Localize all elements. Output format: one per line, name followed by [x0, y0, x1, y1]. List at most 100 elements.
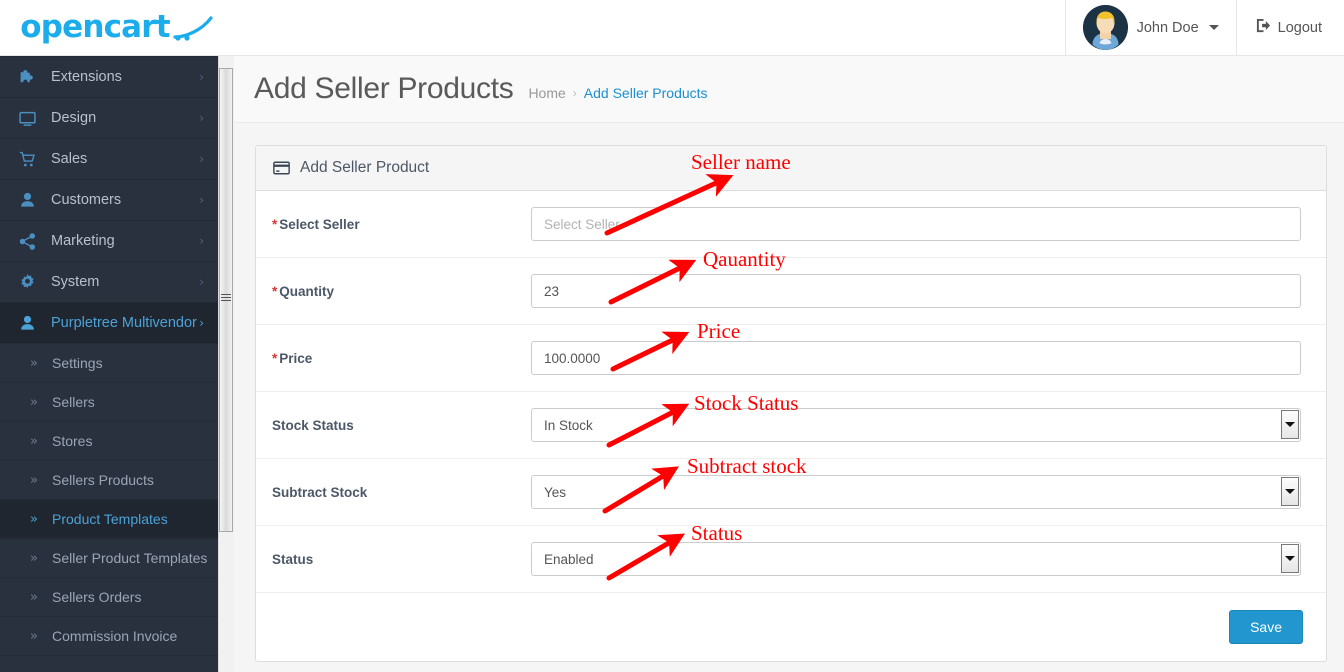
sidebar-label: Sales — [51, 151, 88, 167]
chevron-right-icon: › — [199, 234, 204, 248]
sidebar-subitem-sellers-orders[interactable]: » Sellers Orders — [0, 578, 218, 617]
sidebar-subitem-product-templates[interactable]: » Product Templates — [0, 500, 218, 539]
double-chevron-icon: » — [30, 355, 38, 371]
chevron-right-icon: › — [199, 70, 204, 84]
label-text: Select Seller — [279, 216, 360, 232]
sidebar-item-marketing[interactable]: Marketing › — [0, 221, 218, 262]
price-input[interactable] — [531, 341, 1301, 375]
sidebar-subitem-stores[interactable]: » Stores — [0, 422, 218, 461]
control-status: Enabled — [531, 542, 1301, 576]
sidebar-item-system[interactable]: System › — [0, 262, 218, 303]
label-text: Status — [272, 551, 314, 567]
label-text: Price — [279, 350, 313, 366]
main-content: Add Seller Products Home › Add Seller Pr… — [234, 56, 1344, 672]
breadcrumb-home[interactable]: Home — [528, 85, 565, 101]
opencart-logo[interactable]: opencart — [0, 0, 233, 55]
save-button[interactable]: Save — [1229, 610, 1303, 644]
control-select-seller — [531, 207, 1301, 241]
sidebar-subitem-seller-product-templates[interactable]: » Seller Product Templates — [0, 539, 218, 578]
form-row-price: * Price — [256, 325, 1326, 392]
sidebar-subitem-sellers[interactable]: » Sellers — [0, 383, 218, 422]
sign-out-icon — [1256, 18, 1271, 37]
sidebar-label: System — [51, 274, 100, 290]
label-quantity: * Quantity — [272, 284, 531, 299]
logo-swoosh-icon — [173, 15, 213, 41]
caret-down-icon — [1208, 25, 1219, 30]
sidebar-subitem-settings[interactable]: » Settings — [0, 344, 218, 383]
panel-header: Add Seller Product — [256, 146, 1326, 191]
sidebar-sublabel: Settings — [52, 355, 103, 371]
sidebar-item-sales[interactable]: Sales › — [0, 139, 218, 180]
gear-icon — [19, 273, 41, 291]
stock-status-value: In Stock — [531, 408, 1301, 442]
breadcrumb-current[interactable]: Add Seller Products — [584, 85, 708, 101]
subtract-stock-select[interactable]: Yes — [531, 475, 1301, 509]
double-chevron-icon: » — [30, 628, 38, 644]
panel-footer: Save — [256, 593, 1326, 661]
page-title: Add Seller Products — [254, 72, 514, 105]
double-chevron-icon: » — [30, 550, 38, 566]
sidebar-item-purpletree-multivendor[interactable]: Purpletree Multivendor › — [0, 303, 218, 344]
user-menu[interactable]: John Doe — [1064, 0, 1237, 55]
form-row-quantity: * Quantity — [256, 258, 1326, 325]
status-select[interactable]: Enabled — [531, 542, 1301, 576]
sidebar-subitem-sellers-products[interactable]: » Sellers Products — [0, 461, 218, 500]
sidebar-label: Extensions — [51, 69, 122, 85]
page-header: Add Seller Products Home › Add Seller Pr… — [234, 56, 1344, 123]
form-row-subtract-stock: Subtract Stock Yes — [256, 459, 1326, 526]
logo-text: opencart — [20, 9, 170, 45]
control-price — [531, 341, 1301, 375]
sidebar-label: Purpletree Multivendor — [51, 315, 197, 331]
sidebar-subitem-commission-invoice[interactable]: » Commission Invoice — [0, 617, 218, 656]
chevron-down-icon[interactable] — [1281, 544, 1299, 573]
breadcrumb: Home › Add Seller Products — [528, 77, 707, 101]
monitor-icon — [19, 110, 41, 127]
breadcrumb-separator: › — [572, 86, 577, 100]
label-select-seller: * Select Seller — [272, 217, 531, 232]
puzzle-icon — [19, 69, 41, 86]
sidebar-label: Marketing — [51, 233, 115, 249]
user-icon — [19, 315, 41, 332]
sidebar-item-design[interactable]: Design › — [0, 98, 218, 139]
sidebar-sublabel: Sellers Products — [52, 472, 154, 488]
chevron-right-icon: › — [199, 152, 204, 166]
double-chevron-icon: » — [30, 394, 38, 410]
required-marker: * — [272, 216, 278, 232]
logout-label: Logout — [1277, 19, 1322, 36]
form-row-select-seller: * Select Seller — [256, 191, 1326, 258]
sidebar-sublabel: Commission Invoice — [52, 628, 178, 644]
top-bar: opencart John Doe Logout — [0, 0, 1344, 56]
user-icon — [19, 192, 41, 209]
control-stock-status: In Stock — [531, 408, 1301, 442]
label-stock-status: Stock Status — [272, 418, 531, 433]
sidebar-label: Design — [51, 110, 97, 126]
control-quantity — [531, 274, 1301, 308]
stock-status-select[interactable]: In Stock — [531, 408, 1301, 442]
label-text: Subtract Stock — [272, 484, 368, 500]
sidebar-item-customers[interactable]: Customers › — [0, 180, 218, 221]
chevron-down-icon[interactable] — [1281, 477, 1299, 506]
status-value: Enabled — [531, 542, 1301, 576]
quantity-input[interactable] — [531, 274, 1301, 308]
double-chevron-icon: » — [30, 472, 38, 488]
required-marker: * — [272, 350, 278, 366]
form-row-stock-status: Stock Status In Stock — [256, 392, 1326, 459]
subtract-stock-value: Yes — [531, 475, 1301, 509]
avatar — [1082, 5, 1128, 50]
sidebar-item-extensions[interactable]: Extensions › — [0, 57, 218, 98]
label-text: Stock Status — [272, 417, 354, 433]
user-name: John Doe — [1136, 19, 1199, 36]
chevron-down-icon[interactable] — [1281, 410, 1299, 439]
label-price: * Price — [272, 351, 531, 366]
chevron-right-icon: › — [199, 316, 204, 330]
sidebar-sublabel: Stores — [52, 433, 93, 449]
double-chevron-icon: » — [30, 433, 38, 449]
chevron-right-icon: › — [199, 275, 204, 289]
double-chevron-icon: » — [30, 511, 38, 527]
sidebar-sublabel: Product Templates — [52, 511, 168, 527]
required-marker: * — [272, 283, 278, 299]
label-status: Status — [272, 552, 531, 567]
select-seller-input[interactable] — [531, 207, 1301, 241]
logout-button[interactable]: Logout — [1237, 0, 1344, 55]
credit-card-icon — [273, 161, 290, 175]
